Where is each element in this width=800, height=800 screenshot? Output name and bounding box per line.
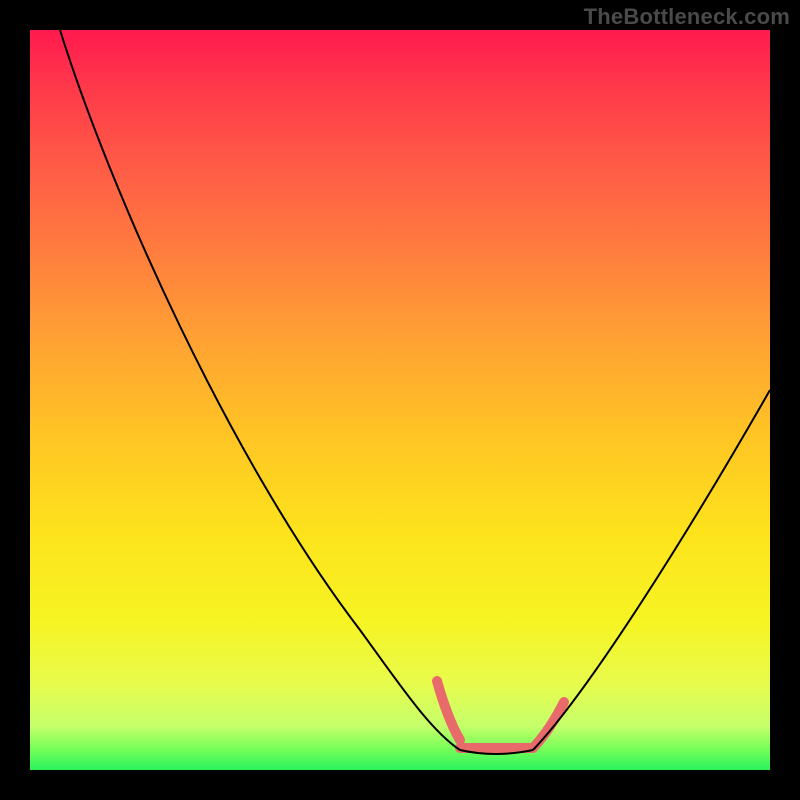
chart-frame: TheBottleneck.com xyxy=(0,0,800,800)
watermark-text: TheBottleneck.com xyxy=(584,4,790,30)
plot-area xyxy=(30,30,770,770)
highlight-segment-right xyxy=(533,702,564,748)
curve-left-branch xyxy=(60,30,460,750)
highlight-segment-left xyxy=(437,681,460,740)
curve-right-branch xyxy=(533,390,770,750)
bottleneck-curve-svg xyxy=(30,30,770,770)
